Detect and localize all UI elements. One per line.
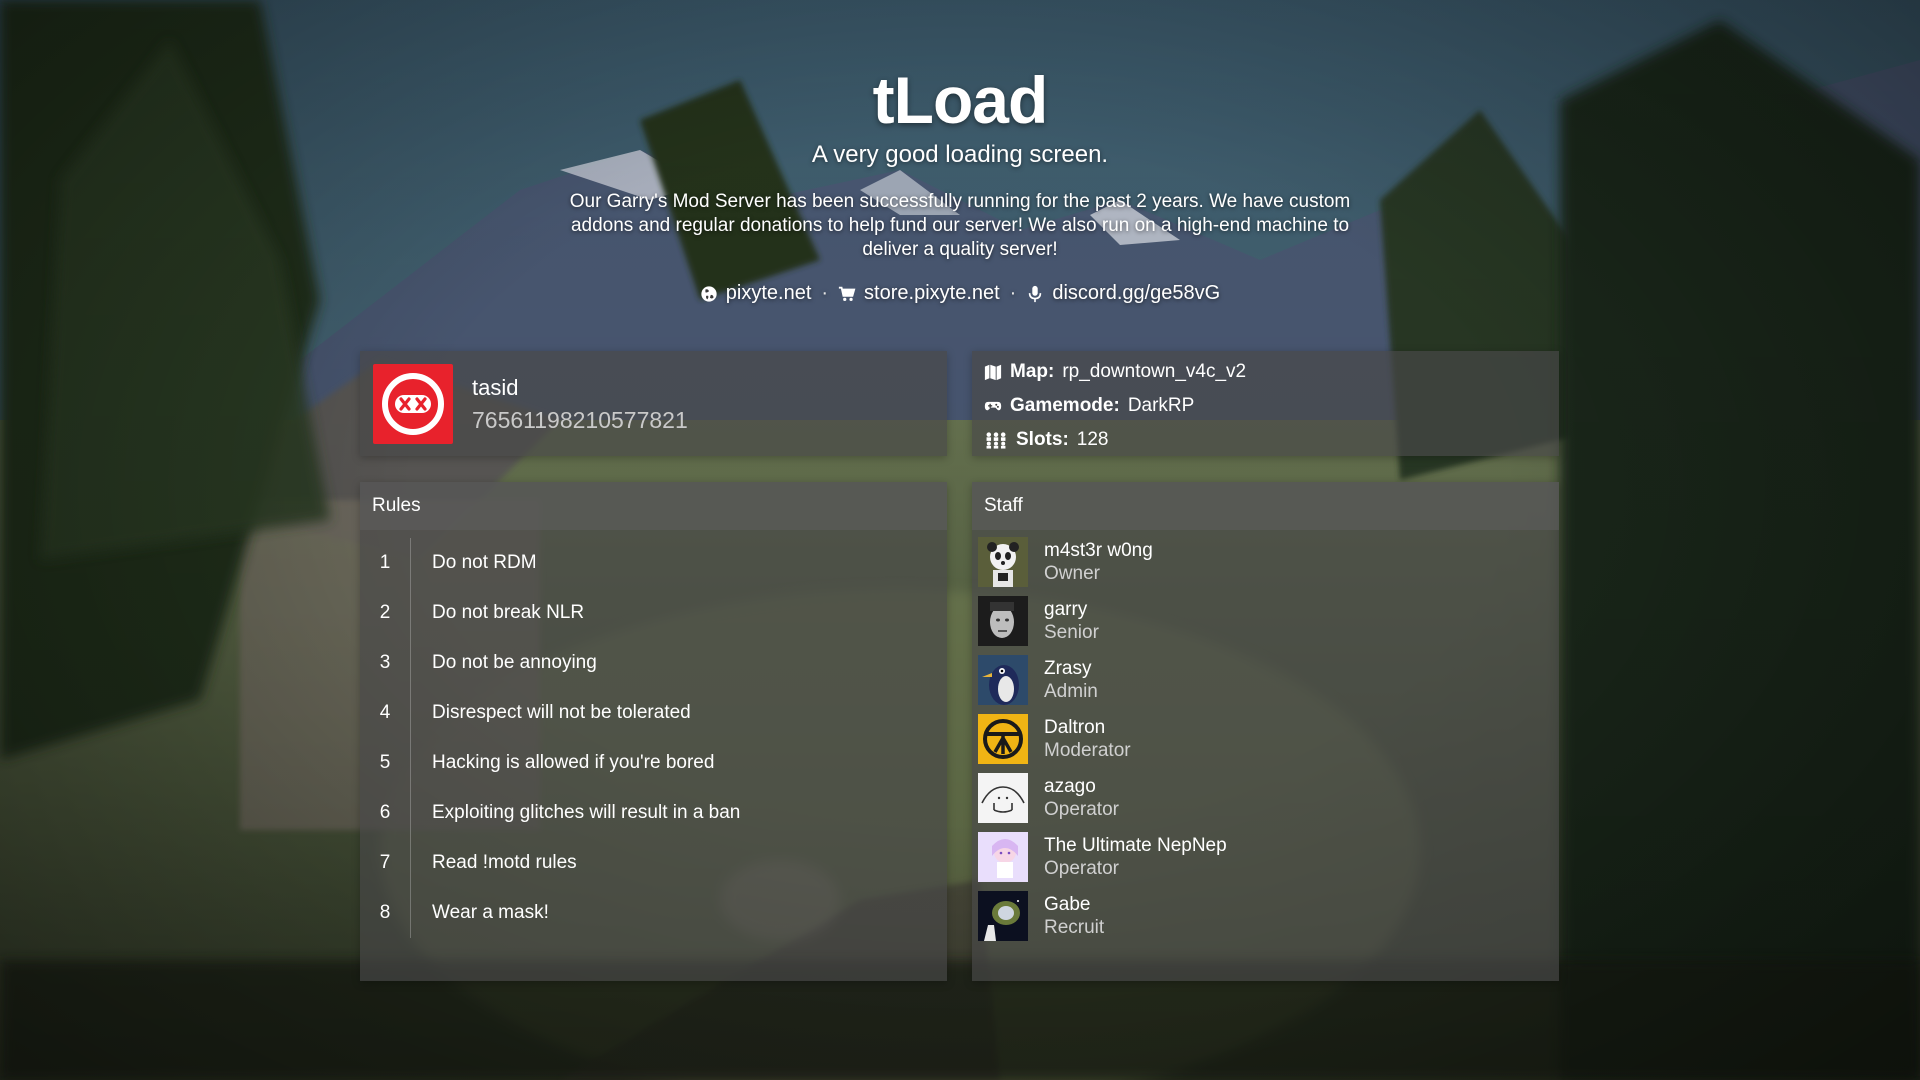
rule-number: 7 xyxy=(360,838,411,888)
staff-name: Gabe xyxy=(1044,893,1091,915)
links-bar: pixyte.net · store.pixyte.net · discord.… xyxy=(0,282,1920,305)
staff-member: The Ultimate NepNep Operator xyxy=(972,827,1559,886)
rule-item: 5 Hacking is allowed if you're bored xyxy=(360,738,947,788)
rule-text: Do not break NLR xyxy=(432,602,585,623)
slots-label: Slots: xyxy=(1016,429,1069,450)
rule-text: Hacking is allowed if you're bored xyxy=(432,752,715,773)
rule-number: 1 xyxy=(360,538,411,588)
penguin-avatar xyxy=(978,654,1028,705)
face-photo-avatar xyxy=(978,595,1028,646)
server-info-panel: Map: rp_downtown_v4c_v2 Gamemode: DarkRP… xyxy=(972,351,1559,456)
cart-icon xyxy=(838,286,856,301)
sketch-avatar xyxy=(978,772,1028,823)
anime-avatar xyxy=(978,831,1028,882)
store-link-text: store.pixyte.net xyxy=(864,282,1000,304)
store-link[interactable]: store.pixyte.net xyxy=(838,282,1000,305)
staff-member: Gabe Recruit xyxy=(972,886,1559,945)
staff-name: Daltron xyxy=(1044,716,1106,738)
staff-panel: Staff m4st3r w0ng Owner garry Senior Zrasy… xyxy=(972,482,1559,981)
rule-number: 2 xyxy=(360,588,411,638)
website-link-text: pixyte.net xyxy=(725,282,812,304)
staff-rank: Admin xyxy=(1044,680,1098,702)
rule-number: 8 xyxy=(360,888,411,938)
staff-list: m4st3r w0ng Owner garry Senior Zrasy Admin … xyxy=(972,530,1559,945)
rule-text: Read !motd rules xyxy=(432,852,577,873)
player-avatar xyxy=(373,364,453,444)
panda-avatar xyxy=(978,536,1028,587)
staff-member: garry Senior xyxy=(972,591,1559,650)
staff-member: Zrasy Admin xyxy=(972,650,1559,709)
staff-rank: Moderator xyxy=(1044,739,1131,761)
slots-row: Slots: 128 xyxy=(984,429,1108,451)
page-title: tLoad xyxy=(872,63,1049,137)
staff-member: m4st3r w0ng Owner xyxy=(972,532,1559,591)
staff-member: azago Operator xyxy=(972,768,1559,827)
rule-item: 3 Do not be annoying xyxy=(360,638,947,688)
player-name: tasid xyxy=(472,375,519,400)
rule-text: Wear a mask! xyxy=(432,902,549,923)
loading-screen: tLoad A very good loading screen. Our Ga… xyxy=(0,0,1920,1080)
rule-number: 4 xyxy=(360,688,411,738)
globe-icon xyxy=(701,285,717,302)
link-separator: · xyxy=(1009,282,1017,304)
staff-rank: Operator xyxy=(1044,857,1119,879)
rule-text: Disrespect will not be tolerated xyxy=(432,702,691,723)
map-label: Map: xyxy=(1010,361,1055,382)
gamemode-value: DarkRP xyxy=(1127,395,1195,416)
map-value: rp_downtown_v4c_v2 xyxy=(1062,361,1247,382)
rules-panel: Rules 1 Do not RDM 2 Do not break NLR 3 Do … xyxy=(360,482,947,981)
rule-item: 8 Wear a mask! xyxy=(360,888,947,938)
server-description: Our Garry's Mod Server has been successf… xyxy=(569,191,1351,260)
gamemode-row: Gamemode: DarkRP xyxy=(984,395,1194,417)
rule-text: Do not be annoying xyxy=(432,652,597,673)
staff-rank: Senior xyxy=(1044,621,1099,643)
discord-link-text: discord.gg/ge58vG xyxy=(1052,282,1221,304)
users-icon xyxy=(986,432,1006,449)
slots-value: 128 xyxy=(1076,429,1109,450)
rule-number: 6 xyxy=(360,788,411,838)
staff-name: azago xyxy=(1044,775,1096,797)
rule-text: Exploiting glitches will result in a ban xyxy=(432,802,741,823)
page-subtitle: A very good loading screen. xyxy=(811,141,1109,168)
rule-item: 2 Do not break NLR xyxy=(360,588,947,638)
staff-name: The Ultimate NepNep xyxy=(1044,834,1227,856)
rule-item: 4 Disrespect will not be tolerated xyxy=(360,688,947,738)
player-steam-id: 76561198210577821 xyxy=(472,407,688,433)
staff-name: m4st3r w0ng xyxy=(1044,539,1153,561)
gamepad-icon xyxy=(984,401,1002,411)
staff-rank: Operator xyxy=(1044,798,1119,820)
error-face-icon xyxy=(382,373,444,435)
staff-header: Staff xyxy=(972,482,1559,530)
rules-header: Rules xyxy=(360,482,947,530)
player-panel: tasid 76561198210577821 xyxy=(360,351,947,456)
map-row: Map: rp_downtown_v4c_v2 xyxy=(984,361,1246,383)
map-icon xyxy=(984,364,1002,381)
rule-number: 5 xyxy=(360,738,411,788)
staff-name: garry xyxy=(1044,598,1088,620)
yellow-emblem-avatar xyxy=(978,713,1028,764)
rule-text: Do not RDM xyxy=(432,552,537,573)
microphone-icon xyxy=(1029,285,1042,302)
space-avatar xyxy=(978,890,1028,941)
staff-member: Daltron Moderator xyxy=(972,709,1559,768)
rule-item: 6 Exploiting glitches will result in a ba… xyxy=(360,788,947,838)
link-separator: · xyxy=(821,282,829,304)
rule-item: 1 Do not RDM xyxy=(360,538,947,588)
discord-link[interactable]: discord.gg/ge58vG xyxy=(1026,282,1220,305)
website-link[interactable]: pixyte.net xyxy=(700,282,812,305)
gamemode-label: Gamemode: xyxy=(1010,395,1120,416)
rule-number: 3 xyxy=(360,638,411,688)
staff-rank: Recruit xyxy=(1044,916,1105,938)
staff-rank: Owner xyxy=(1044,562,1100,584)
staff-name: Zrasy xyxy=(1044,657,1092,679)
rules-list: 1 Do not RDM 2 Do not break NLR 3 Do not be… xyxy=(360,530,947,938)
rule-item: 7 Read !motd rules xyxy=(360,838,947,888)
